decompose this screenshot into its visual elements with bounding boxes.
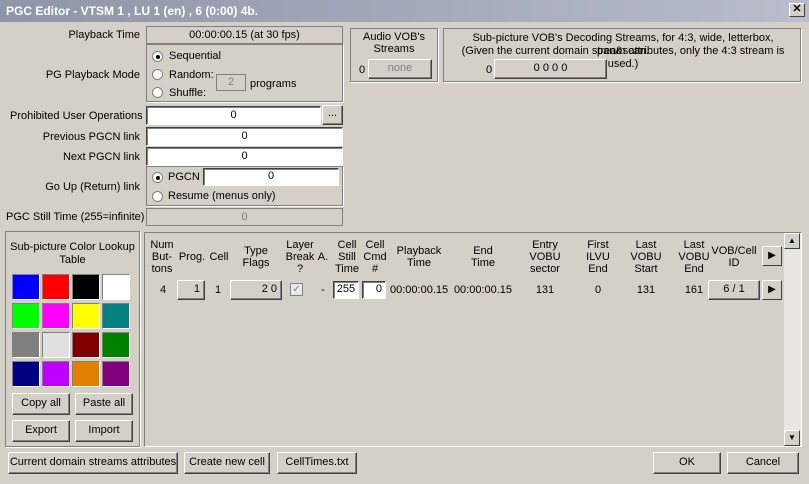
header-arrow-icon[interactable]: ▶ <box>762 246 782 266</box>
header-num-buttons: Num But- tons <box>150 239 174 275</box>
cell-cmd-field[interactable]: 0 <box>362 281 386 299</box>
prohibited-ops-label: Prohibited User Operations <box>10 110 143 122</box>
header-first-ilvu: First ILVU End <box>586 239 610 275</box>
clut-color-swatch-11[interactable] <box>102 332 130 358</box>
header-layer-break: Layer Break ? <box>285 239 315 275</box>
prev-pgcn-field[interactable]: 0 <box>146 127 343 146</box>
clut-color-swatch-3[interactable] <box>102 274 130 300</box>
clut-color-swatch-14[interactable] <box>72 361 100 387</box>
copy-all-button[interactable]: Copy all <box>12 393 70 415</box>
cell-type-flags-button[interactable]: 2 0 <box>230 280 282 300</box>
subpic-streams-button[interactable]: 0 0 0 0 <box>494 59 607 79</box>
row-arrow-icon[interactable]: ▶ <box>762 280 782 300</box>
sequential-label: Sequential <box>169 50 221 62</box>
header-type-flags: Type Flags <box>242 245 270 269</box>
clut-title: Sub-picture Color Lookup Table <box>10 241 135 266</box>
title-bar: PGC Editor - VTSM 1 , LU 1 (en) , 6 (0:0… <box>0 0 809 22</box>
header-playback-time: Playback Time <box>396 245 442 269</box>
pgc-still-time-field[interactable]: 0 <box>146 208 343 226</box>
create-new-cell-button[interactable]: Create new cell <box>184 452 270 474</box>
subpic-count: 0 <box>486 64 493 76</box>
scroll-down-icon[interactable]: ▼ <box>784 430 800 446</box>
cell-still-time-field[interactable]: 255 <box>333 281 359 299</box>
radio-shuffle[interactable] <box>152 87 163 98</box>
header-last-vobu-start: Last VOBU Start <box>630 239 662 275</box>
header-prog: Prog. <box>178 251 206 263</box>
scroll-up-icon[interactable]: ▲ <box>784 233 800 249</box>
clut-color-swatch-13[interactable] <box>42 361 70 387</box>
cell-playback-time: 00:00:00.15 <box>390 284 449 296</box>
clut-color-swatch-1[interactable] <box>42 274 70 300</box>
prohibited-ops-field[interactable]: 0 <box>146 106 321 125</box>
pg-playback-mode-label: PG Playback Mode <box>45 69 140 81</box>
clut-color-swatch-6[interactable] <box>72 303 100 329</box>
header-cell: Cell <box>209 251 229 263</box>
paste-all-button[interactable]: Paste all <box>75 393 133 415</box>
clut-color-swatch-8[interactable] <box>12 332 40 358</box>
header-still-time: Cell Still Time <box>334 239 360 275</box>
next-pgcn-field[interactable]: 0 <box>146 147 343 166</box>
celltimes-button[interactable]: CellTimes.txt <box>277 452 357 474</box>
pgc-still-time-label: PGC Still Time (255=infinite) <box>6 211 145 223</box>
streams-attributes-button[interactable]: Current domain streams attributes <box>8 452 178 474</box>
pgc-editor-window: PGC Editor - VTSM 1 , LU 1 (en) , 6 (0:0… <box>0 0 809 484</box>
cell-last-vobu-start: 131 <box>636 284 656 296</box>
shuffle-label: Shuffle: <box>169 87 207 99</box>
prev-pgcn-label: Previous PGCN link <box>42 131 140 143</box>
export-button[interactable]: Export <box>12 420 70 442</box>
go-up-label: Go Up (Return) link <box>45 181 140 193</box>
clut-color-swatch-5[interactable] <box>42 303 70 329</box>
cell-end-time: 00:00:00.15 <box>453 284 513 296</box>
programs-count-field[interactable]: 2 <box>216 74 246 91</box>
header-a: A. <box>317 251 329 263</box>
radio-sequential[interactable] <box>152 51 163 62</box>
window-title: PGC Editor - VTSM 1 , LU 1 (en) , 6 (0:0… <box>6 4 259 18</box>
audio-streams-title: Audio VOB's Streams <box>362 31 426 55</box>
next-pgcn-label: Next PGCN link <box>62 151 140 163</box>
programs-label: programs <box>250 78 297 90</box>
cell-cell-number: 1 <box>214 284 222 296</box>
go-up-pgcn-field[interactable]: 0 <box>203 168 339 186</box>
clut-color-swatch-10[interactable] <box>72 332 100 358</box>
pgcn-label: PGCN <box>168 171 200 183</box>
playback-time-label: Playback Time <box>68 29 140 41</box>
random-label: Random: <box>169 69 214 81</box>
cell-a: - <box>321 284 325 296</box>
radio-resume[interactable] <box>152 191 163 202</box>
cell-vob-cell-button[interactable]: 6 / 1 <box>708 280 760 300</box>
clut-color-swatch-15[interactable] <box>102 361 130 387</box>
radio-random[interactable] <box>152 69 163 80</box>
cancel-button[interactable]: Cancel <box>727 452 799 474</box>
header-vob-cell-id: VOB/Cell ID <box>711 245 757 269</box>
clut-color-swatch-4[interactable] <box>12 303 40 329</box>
clut-color-swatch-0[interactable] <box>12 274 40 300</box>
clut-color-swatch-12[interactable] <box>12 361 40 387</box>
close-button[interactable]: ✕ <box>789 3 805 17</box>
header-entry-vobu: Entry VOBU sector <box>529 239 561 275</box>
header-cmd: Cell Cmd # <box>363 239 387 275</box>
header-end-time: End Time <box>470 245 496 269</box>
radio-pgcn[interactable] <box>152 172 163 183</box>
clut-color-swatch-2[interactable] <box>72 274 100 300</box>
audio-count: 0 <box>359 64 366 76</box>
import-button[interactable]: Import <box>75 420 133 442</box>
resume-label: Resume (menus only) <box>168 190 276 202</box>
cell-prog-button[interactable]: 1 <box>177 280 205 300</box>
ok-button[interactable]: OK <box>653 452 721 474</box>
layer-break-checkbox[interactable]: ✓ <box>290 283 303 296</box>
playback-time-value: 00:00:00.15 (at 30 fps) <box>146 26 343 44</box>
cell-entry-vobu: 131 <box>535 284 555 296</box>
cell-num-buttons: 4 <box>159 284 167 296</box>
clut-color-swatch-7[interactable] <box>102 303 130 329</box>
prohibited-ops-browse-button[interactable]: ... <box>322 105 343 125</box>
audio-streams-button[interactable]: none <box>368 59 432 79</box>
clut-color-swatch-9[interactable] <box>42 332 70 358</box>
cell-first-ilvu: 0 <box>594 284 602 296</box>
cells-scrollbar[interactable] <box>784 233 801 446</box>
